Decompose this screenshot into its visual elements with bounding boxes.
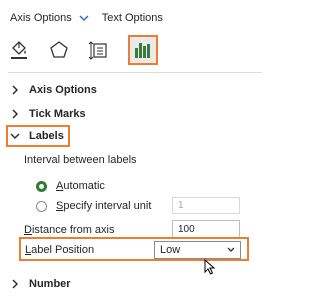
specify-interval-label: Specify interval unit [56,200,151,212]
automatic-radio-label: Automatic [56,180,105,192]
automatic-radio-option[interactable]: Automatic [36,178,105,194]
format-pane-tabs: Axis Options Text Options [10,10,163,26]
chevron-right-icon [12,109,19,119]
distance-accelerator: D [24,224,32,236]
distance-from-axis-input[interactable]: 100 [172,220,240,238]
chevron-down-icon [10,133,20,140]
distance-from-axis-label: Distance from axis [24,224,114,236]
specify-label-text: pecify interval unit [63,200,152,212]
tick-marks-section-label: Tick Marks [29,108,86,120]
label-position-row: Label Position [25,242,94,258]
number-section-header[interactable]: Number [10,276,71,292]
axis-options-tab-label: Axis Options [10,12,72,24]
specify-interval-radio-option[interactable]: Specify interval unit [36,198,151,214]
distance-label-text: istance from axis [31,224,115,236]
number-section-label: Number [29,278,71,290]
icon-row-divider [8,72,262,73]
label-position-label: Label Position [25,244,94,256]
fill-line-icon[interactable] [6,37,32,63]
mouse-pointer-icon [204,259,216,275]
tick-marks-section-header[interactable]: Tick Marks [10,106,86,122]
effects-pentagon-icon[interactable] [46,37,72,63]
label-position-label-text: abel Position [31,244,95,256]
specify-interval-radio[interactable] [36,200,47,212]
automatic-radio[interactable] [36,180,47,192]
automatic-label-text: utomatic [63,180,105,192]
text-options-tab[interactable]: Text Options [102,12,163,24]
axis-options-section-header[interactable]: Axis Options [10,82,97,98]
label-position-dropdown[interactable]: Low [154,241,241,259]
chevron-right-icon [12,279,19,289]
format-category-icons [6,33,172,67]
label-position-value: Low [160,244,181,256]
interval-unit-input[interactable]: 1 [172,197,240,214]
axis-options-section-label: Axis Options [29,84,97,96]
axis-options-bar-chart-icon[interactable] [128,35,158,65]
axis-options-tab[interactable]: Axis Options [10,12,90,24]
chevron-down-icon [227,247,235,252]
size-properties-icon[interactable] [86,37,112,63]
labels-section-header[interactable]: Labels [10,128,64,144]
chevron-right-icon [12,85,19,95]
interval-between-labels-heading: Interval between labels [24,152,137,168]
labels-section-label: Labels [29,130,64,142]
distance-from-axis-row: Distance from axis [24,222,114,238]
chevron-down-icon[interactable] [78,12,90,24]
interval-heading-text: Interval between labels [24,154,137,166]
